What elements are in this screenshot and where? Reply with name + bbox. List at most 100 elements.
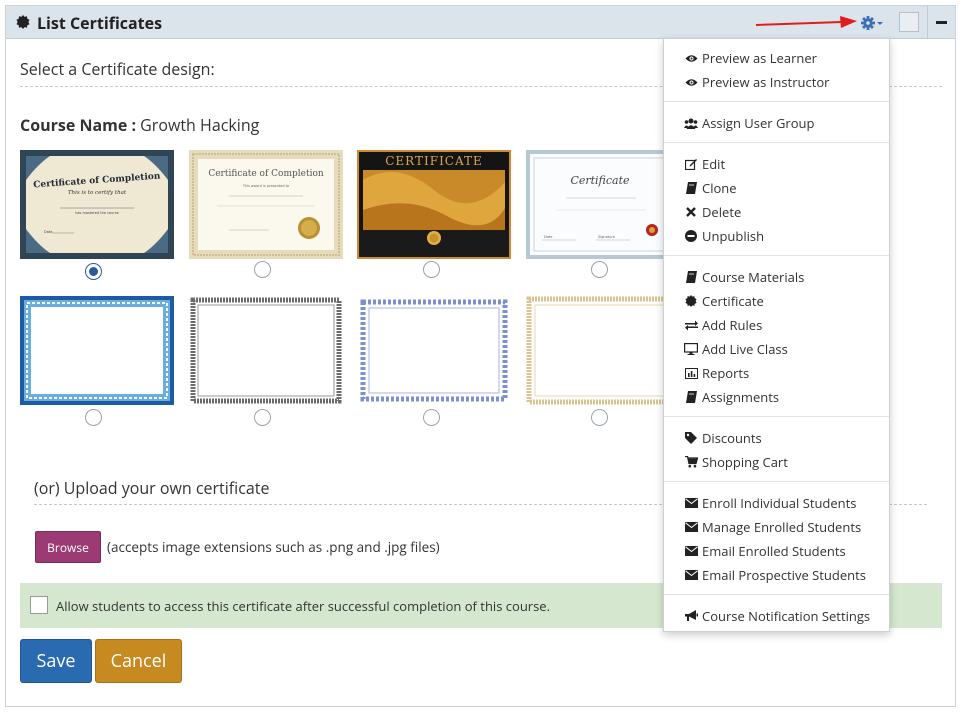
menu-item-label: Add Live Class <box>702 340 788 358</box>
cert1-line: has mastered the course <box>75 211 119 215</box>
edit-icon <box>684 157 698 171</box>
cert3-title: CERTIFICATE <box>385 154 483 168</box>
cart-icon <box>684 455 698 469</box>
menu-item-reports[interactable]: Reports <box>684 363 749 383</box>
envelope-icon <box>684 520 698 534</box>
eye-icon <box>684 51 698 65</box>
menu-item-label: Reports <box>702 364 750 382</box>
menu-item-shopping-cart[interactable]: Shopping Cart <box>684 452 788 472</box>
menu-divider <box>664 416 889 417</box>
menu-item-label: Add Rules <box>702 316 763 334</box>
menu-item-manage-enrolled[interactable]: Manage Enrolled Students <box>684 517 861 537</box>
menu-item-course-materials[interactable]: Course Materials <box>684 267 804 287</box>
menu-item-label: Shopping Cart <box>702 453 788 471</box>
envelope-icon <box>684 544 698 558</box>
cert2-title: Certificate of Completion <box>208 169 324 179</box>
menu-item-label: Email Prospective Students <box>702 566 866 584</box>
book-icon <box>684 181 698 195</box>
certificate-radio-3[interactable] <box>423 261 440 278</box>
menu-item-unpublish[interactable]: Unpublish <box>684 226 764 246</box>
certificate-design-4[interactable]: Certificate Date Signature <box>526 150 669 259</box>
bar-chart-icon <box>684 366 698 380</box>
cert1-subtitle: This is to certify that <box>68 190 127 196</box>
menu-item-add-live-class[interactable]: Add Live Class <box>684 339 788 359</box>
menu-item-discounts[interactable]: Discounts <box>684 428 762 448</box>
menu-item-assignments[interactable]: Assignments <box>684 387 779 407</box>
cert4-title: Certificate <box>570 174 630 187</box>
menu-item-enroll-individual[interactable]: Enroll Individual Students <box>684 493 856 513</box>
certificate-icon <box>16 15 30 29</box>
times-icon <box>684 205 698 219</box>
menu-item-delete[interactable]: Delete <box>684 202 741 222</box>
certificate-icon <box>684 294 698 308</box>
menu-item-clone[interactable]: Clone <box>684 178 737 198</box>
panel-header: List Certificates <box>6 6 955 39</box>
menu-item-label: Clone <box>702 179 737 197</box>
course-name-value: Growth Hacking <box>140 114 260 136</box>
certificate-design-5[interactable] <box>20 296 174 405</box>
menu-item-preview-learner[interactable]: Preview as Learner <box>684 48 817 68</box>
certificate-design-7[interactable] <box>357 296 511 405</box>
certificate-design-3[interactable]: CERTIFICATE <box>357 150 511 259</box>
certificate-radio-5[interactable] <box>85 409 102 426</box>
menu-item-label: Preview as Instructor <box>702 73 830 91</box>
menu-item-email-enrolled[interactable]: Email Enrolled Students <box>684 541 846 561</box>
page-title: List Certificates <box>37 12 163 34</box>
save-button[interactable]: Save <box>20 639 92 683</box>
select-design-heading: Select a Certificate design: <box>20 58 215 80</box>
browse-button[interactable]: Browse <box>35 531 101 563</box>
envelope-icon <box>684 496 698 510</box>
expand-button[interactable] <box>899 12 919 32</box>
menu-divider <box>664 101 889 102</box>
accepted-extensions-note: (accepts image extensions such as .png a… <box>107 538 440 556</box>
menu-item-preview-instructor[interactable]: Preview as Instructor <box>684 72 829 92</box>
desktop-icon <box>684 342 698 356</box>
red-arrow-annotation <box>755 16 857 28</box>
certificate-radio-2[interactable] <box>254 261 271 278</box>
menu-item-label: Manage Enrolled Students <box>702 518 862 536</box>
course-name-line: Course Name : Growth Hacking <box>20 114 259 136</box>
menu-item-label: Assign User Group <box>702 114 815 132</box>
menu-item-label: Certificate <box>702 292 764 310</box>
cert2-subtitle: This award is presented to <box>242 184 289 188</box>
certificate-design-6[interactable] <box>189 296 343 405</box>
menu-divider <box>664 255 889 256</box>
users-icon <box>684 116 698 130</box>
menu-item-label: Edit <box>702 155 726 173</box>
upload-heading: (or) Upload your own certificate <box>34 477 270 499</box>
menu-item-add-rules[interactable]: Add Rules <box>684 315 762 335</box>
certificate-radio-8[interactable] <box>591 409 608 426</box>
menu-item-label: Unpublish <box>702 227 765 245</box>
caret-down-icon <box>877 22 883 25</box>
menu-item-label: Delete <box>702 203 742 221</box>
tag-icon <box>684 431 698 445</box>
certificate-radio-7[interactable] <box>423 409 440 426</box>
book-icon <box>684 390 698 404</box>
certificate-design-8[interactable] <box>526 296 669 405</box>
certificate-radio-4[interactable] <box>591 261 608 278</box>
menu-item-notification-settings[interactable]: Course Notification Settings <box>684 606 870 626</box>
certificate-design-2[interactable]: Certificate of Completion This award is … <box>189 150 343 259</box>
cancel-button[interactable]: Cancel <box>95 639 182 683</box>
menu-item-assign-user-group[interactable]: Assign User Group <box>684 113 814 133</box>
menu-item-email-prospective[interactable]: Email Prospective Students <box>684 565 866 585</box>
menu-item-label: Enroll Individual Students <box>702 494 857 512</box>
certificate-design-1[interactable]: Certificate of Completion This is to cer… <box>20 150 174 259</box>
allow-access-checkbox[interactable] <box>30 596 48 614</box>
certificate-radio-6[interactable] <box>254 409 271 426</box>
cert4-date: Date <box>544 235 552 239</box>
allow-access-label: Allow students to access this certificat… <box>56 597 551 615</box>
settings-dropdown-button[interactable] <box>861 14 887 32</box>
minimize-button[interactable] <box>936 21 947 24</box>
menu-divider <box>664 142 889 143</box>
menu-divider <box>664 481 889 482</box>
certificate-radio-1[interactable] <box>85 263 102 280</box>
menu-item-label: Course Notification Settings <box>702 607 871 625</box>
header-divider <box>927 6 928 39</box>
cert4-signature: Signature <box>598 235 615 239</box>
menu-item-certificate[interactable]: Certificate <box>684 291 764 311</box>
menu-item-edit[interactable]: Edit <box>684 154 725 174</box>
menu-item-label: Discounts <box>702 429 762 447</box>
eye-icon <box>684 75 698 89</box>
menu-divider <box>664 594 889 595</box>
